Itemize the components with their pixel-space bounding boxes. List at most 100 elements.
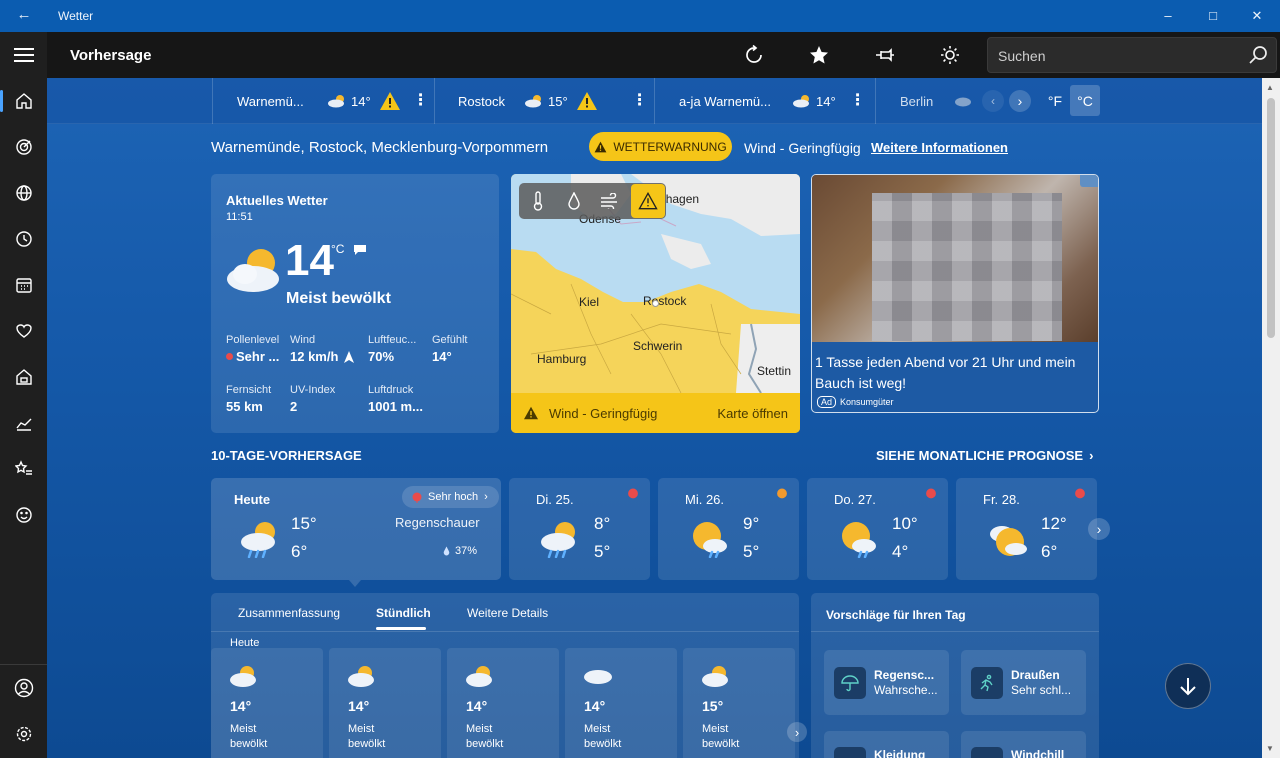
location-tab-rostock[interactable]: Rostock 15° ⋮ xyxy=(458,78,648,124)
search-box[interactable] xyxy=(987,37,1277,73)
navigation-rail xyxy=(0,32,47,758)
forecast-next-chevron-icon[interactable]: › xyxy=(1088,518,1110,540)
rain-showers-icon xyxy=(241,522,275,558)
hourly-next-chevron-icon[interactable]: › xyxy=(787,722,807,742)
warning-icon xyxy=(524,406,538,420)
hourly-condition-line1: Meist xyxy=(584,723,611,735)
ad-image xyxy=(812,175,1098,342)
search-input[interactable] xyxy=(998,46,1228,66)
location-tab-warnemuende[interactable]: Warnemü... 14° ⋮ xyxy=(237,78,429,124)
trends-chart-icon[interactable] xyxy=(0,403,47,443)
current-location-marker xyxy=(652,300,659,307)
map-city-stettin: Stettin xyxy=(757,364,792,378)
feedback-smiley-icon[interactable] xyxy=(0,495,47,535)
page-title: Vorhersage xyxy=(70,47,152,64)
monthly-forecast-link[interactable]: SIEHE MONATLICHE PROGNOSE › xyxy=(876,448,1093,463)
more-options-icon[interactable]: ⋮ xyxy=(632,93,648,109)
hourly-temp: 14° xyxy=(466,698,488,714)
suggestion-card-windchill[interactable]: Windchill xyxy=(961,731,1086,758)
scroll-down-arrow-icon[interactable]: ▼ xyxy=(1266,744,1274,753)
forecast-day-card[interactable]: Do. 27. 10° 4° xyxy=(807,478,948,580)
pollen-flower-icon xyxy=(777,488,787,499)
globe-icon[interactable] xyxy=(0,173,47,213)
ad-card[interactable]: 1 Tasse jeden Abend vor 21 Uhr und mein … xyxy=(811,174,1099,413)
ad-text: 1 Tasse jeden Abend vor 21 Uhr und mein … xyxy=(815,354,1076,391)
detail-value-humidity: 70% xyxy=(368,349,395,364)
precipitation-layer-icon[interactable] xyxy=(560,187,588,215)
hourly-item[interactable]: 15° Meist bewölkt xyxy=(683,648,795,758)
theme-sun-icon[interactable] xyxy=(933,40,967,70)
pollen-badge[interactable]: Sehr hoch › xyxy=(402,486,499,508)
celsius-toggle[interactable]: °C xyxy=(1070,85,1100,116)
temperature-layer-icon[interactable] xyxy=(524,187,552,215)
scroll-left-chevron-icon[interactable]: ‹ xyxy=(982,90,1004,112)
back-arrow-icon[interactable]: ← xyxy=(10,6,38,26)
day-label: Di. 25. xyxy=(536,492,574,507)
fahrenheit-toggle[interactable]: °F xyxy=(1040,85,1070,116)
location-tab-berlin[interactable]: Berlin xyxy=(900,78,980,124)
location-name: Berlin xyxy=(900,93,934,109)
partly-cloudy-icon xyxy=(466,666,492,687)
more-options-icon[interactable]: ⋮ xyxy=(413,93,429,109)
favorites-star-list-icon[interactable] xyxy=(0,449,47,489)
scroll-right-chevron-icon[interactable]: › xyxy=(1009,90,1031,112)
hourly-temp: 15° xyxy=(702,698,724,714)
more-options-icon[interactable]: ⋮ xyxy=(850,93,866,109)
life-home-icon[interactable] xyxy=(0,357,47,397)
scroll-up-arrow-icon[interactable]: ▲ xyxy=(1266,83,1274,92)
vertical-scrollbar[interactable]: ▲ ▼ xyxy=(1262,78,1280,758)
pin-icon[interactable] xyxy=(868,40,902,70)
suggestion-card-clothing[interactable]: Kleidung xyxy=(824,731,949,758)
current-time: 11:51 xyxy=(226,211,253,223)
forecast-day-card[interactable]: Fr. 28. 12° 6° xyxy=(956,478,1097,580)
hourly-item[interactable]: 14° Meist bewölkt xyxy=(447,648,559,758)
scrollbar-thumb[interactable] xyxy=(1267,98,1275,338)
cloudy-icon xyxy=(584,670,612,684)
low-temp: 6° xyxy=(1041,542,1058,561)
maximize-icon[interactable]: □ xyxy=(1190,0,1236,32)
hourly-condition-line2: bewölkt xyxy=(702,738,740,750)
temperature-unit: °C xyxy=(331,242,345,256)
wind-layer-icon[interactable] xyxy=(596,187,624,215)
hamburger-menu-icon[interactable] xyxy=(0,35,47,75)
history-clock-icon[interactable] xyxy=(0,219,47,259)
calendar-icon[interactable] xyxy=(0,265,47,305)
radar-icon[interactable] xyxy=(0,127,47,167)
map-alert-bar: Wind - Geringfügig Karte öffnen xyxy=(511,393,800,433)
favorite-star-icon[interactable] xyxy=(802,40,836,70)
tab-hourly[interactable]: Stündlich xyxy=(376,606,431,620)
health-heart-icon[interactable] xyxy=(0,311,47,351)
suggestion-card-rain[interactable]: Regensc... Wahrsche... xyxy=(824,650,949,715)
pollen-value-text: Sehr ... xyxy=(236,349,280,364)
account-avatar-icon[interactable] xyxy=(0,668,47,708)
search-icon[interactable] xyxy=(1248,45,1268,70)
ad-choice-icon[interactable] xyxy=(1080,175,1098,187)
forecast-day-card[interactable]: Di. 25. 8° 5° xyxy=(509,478,650,580)
scroll-down-button[interactable] xyxy=(1165,663,1211,709)
minimize-icon[interactable]: – xyxy=(1145,0,1191,32)
weather-warning-badge[interactable]: WETTERWARNUNG xyxy=(589,132,732,161)
location-heading: Warnemünde, Rostock, Mecklenburg-Vorpomm… xyxy=(211,139,549,156)
open-map-link[interactable]: Karte öffnen xyxy=(717,406,788,421)
hourly-item[interactable]: 14° Meist bewölkt xyxy=(211,648,323,758)
hourly-item[interactable]: 14° Meist bewölkt xyxy=(329,648,441,758)
home-icon[interactable] xyxy=(0,81,47,121)
forecast-day-card[interactable]: Mi. 26. 9° 5° xyxy=(658,478,799,580)
warning-icon xyxy=(594,141,607,152)
tab-summary[interactable]: Zusammenfassung xyxy=(238,606,340,620)
warning-layer-icon[interactable] xyxy=(631,184,665,218)
detail-label-pollen: Pollenlevel xyxy=(226,334,280,346)
suggestion-card-outdoors[interactable]: Draußen Sehr schl... xyxy=(961,650,1086,715)
hourly-item[interactable]: 14° Meist bewölkt xyxy=(565,648,677,758)
refresh-icon[interactable] xyxy=(737,40,771,70)
settings-gear-icon[interactable] xyxy=(0,714,47,754)
more-info-link[interactable]: Weitere Informationen xyxy=(871,140,1008,155)
forecast-today-card[interactable]: Heute Sehr hoch › 15° 6° Regenschauer 37… xyxy=(211,478,501,580)
close-icon[interactable]: ✕ xyxy=(1234,0,1280,32)
detail-value-pollen[interactable]: Sehr ... xyxy=(226,349,279,364)
ad-badge: Ad xyxy=(817,396,837,408)
tab-more-details[interactable]: Weitere Details xyxy=(467,606,548,620)
weather-map-card[interactable]: Odense Kopenhagen Kiel Rostock Hamburg S… xyxy=(511,174,800,433)
pollen-flower-icon xyxy=(926,488,936,499)
location-tab-a-ja-warnemuende[interactable]: a-ja Warnemü... 14° ⋮ xyxy=(679,78,869,124)
